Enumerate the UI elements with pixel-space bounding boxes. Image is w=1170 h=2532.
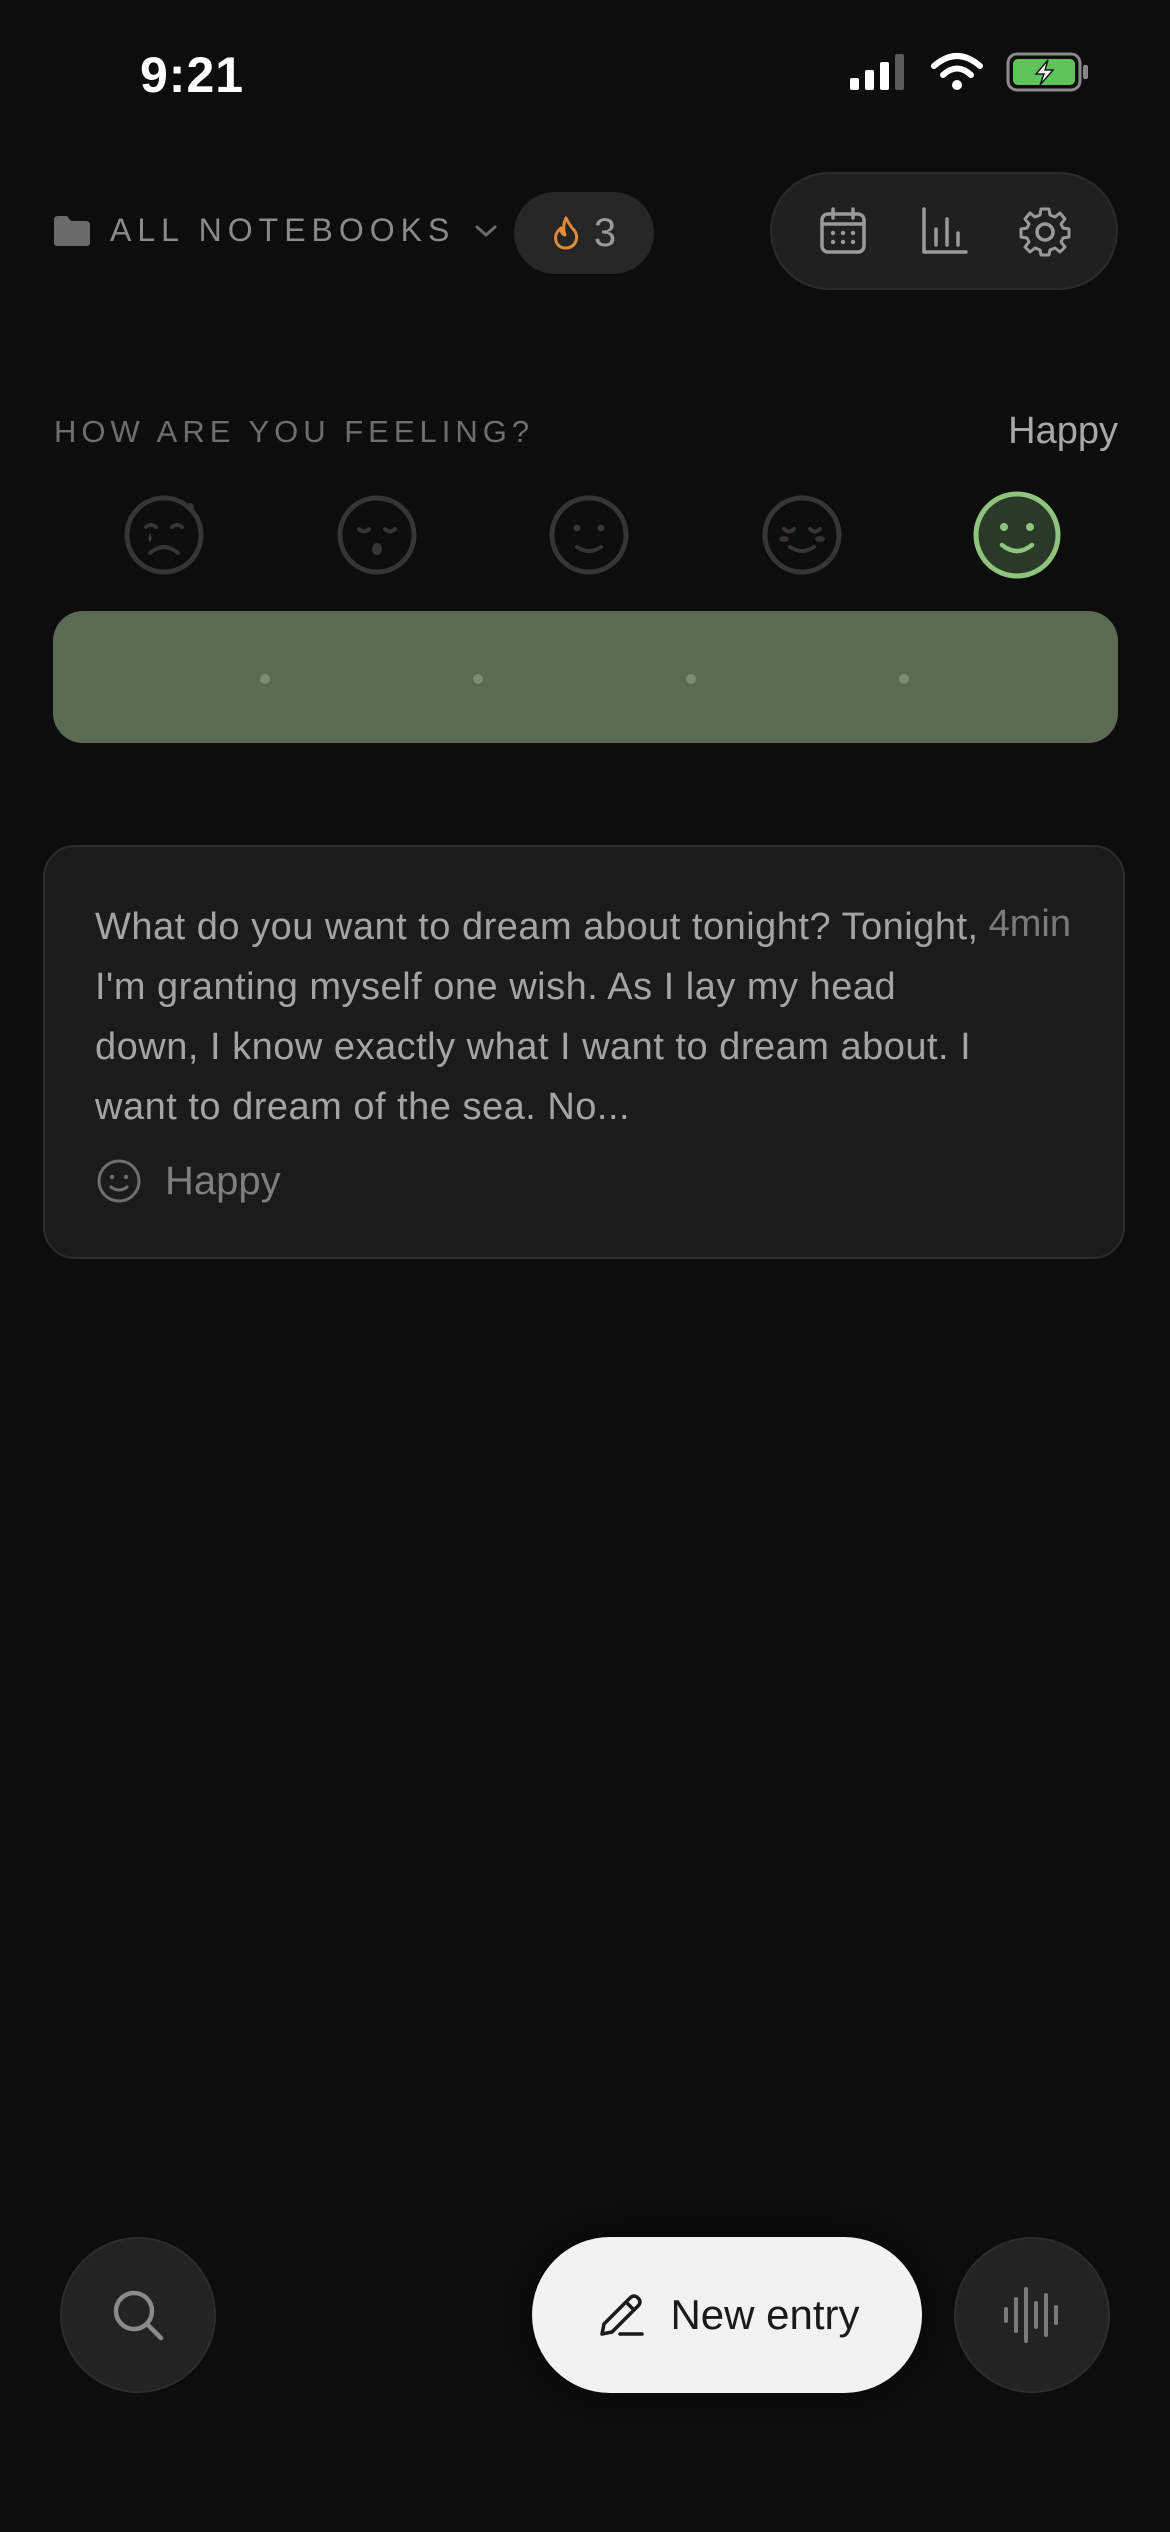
journal-entry-card[interactable]: What do you want to dream about tonight?… <box>43 845 1125 1259</box>
flame-icon <box>553 216 579 250</box>
mood-slider-step <box>260 674 270 684</box>
entry-duration: 4min <box>988 903 1071 945</box>
mood-slider-step <box>899 674 909 684</box>
mood-slider-step <box>473 674 483 684</box>
bar-chart-icon <box>922 207 968 254</box>
voice-entry-button[interactable] <box>954 2237 1110 2393</box>
sad-face-icon <box>337 495 417 575</box>
streak-count: 3 <box>593 210 617 255</box>
mood-slider[interactable] <box>53 611 1118 743</box>
calendar-icon <box>819 207 866 254</box>
audio-waveform-icon <box>1004 2287 1058 2343</box>
mood-option-very-sad[interactable] <box>119 490 209 580</box>
status-bar: 9:21 <box>0 0 1170 150</box>
wifi-icon <box>931 53 983 90</box>
mood-question: HOW ARE YOU FEELING? <box>54 414 535 449</box>
status-icons <box>848 52 1090 92</box>
folder-icon <box>54 215 90 246</box>
calendar-button[interactable] <box>803 191 883 271</box>
entry-preview-text: What do you want to dream about tonight?… <box>95 906 979 1128</box>
entry-mood: Happy <box>95 1157 281 1205</box>
top-bar: ALL NOTEBOOKS 3 <box>0 170 1170 300</box>
new-entry-button[interactable]: New entry <box>532 2237 922 2393</box>
header-toolbar <box>770 172 1118 290</box>
cellular-signal-icon <box>850 54 904 90</box>
search-button[interactable] <box>60 2237 216 2393</box>
mood-option-happy[interactable] <box>968 486 1066 584</box>
notebook-selector[interactable]: ALL NOTEBOOKS <box>52 212 499 249</box>
streak-badge[interactable]: 3 <box>514 192 654 274</box>
mood-slider-step <box>686 674 696 684</box>
happy-face-icon <box>97 1159 141 1203</box>
battery-charging-icon <box>1006 52 1088 92</box>
mood-option-content[interactable] <box>757 490 847 580</box>
notebook-selector-label: ALL NOTEBOOKS <box>110 212 456 248</box>
content-face-icon <box>762 495 842 575</box>
neutral-face-icon <box>549 495 629 575</box>
search-icon <box>113 2290 164 2341</box>
settings-button[interactable] <box>1005 191 1085 271</box>
very-sad-face-icon <box>124 495 204 575</box>
happy-face-icon <box>973 491 1061 579</box>
mood-header: HOW ARE YOU FEELING? Happy <box>54 410 1118 460</box>
insights-button[interactable] <box>904 191 984 271</box>
mood-selector <box>54 490 1118 590</box>
mood-option-neutral[interactable] <box>544 490 634 580</box>
mood-option-sad[interactable] <box>332 490 422 580</box>
gear-icon <box>1019 207 1071 257</box>
status-time: 9:21 <box>140 47 245 103</box>
chevron-down-icon <box>475 225 497 236</box>
pencil-icon <box>600 2294 645 2336</box>
entry-mood-label: Happy <box>165 1158 281 1203</box>
mood-current-label: Happy <box>1008 410 1118 452</box>
new-entry-label: New entry <box>670 2291 860 2338</box>
